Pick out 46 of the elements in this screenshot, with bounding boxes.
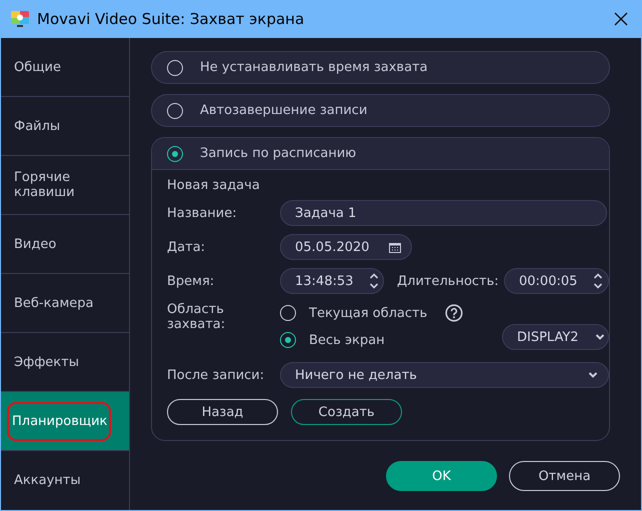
sidebar-item[interactable]: Горячие клавиши (1, 156, 129, 215)
display-dropdown[interactable]: DISPLAY2 (502, 324, 609, 350)
chevron-down-icon[interactable] (594, 333, 605, 341)
radio-button[interactable] (167, 102, 183, 118)
panel-header[interactable]: Запись по расписанию (152, 138, 609, 170)
create-button[interactable]: Создать (291, 399, 402, 425)
calendar-icon[interactable] (389, 242, 401, 252)
window-title: Movavi Video Suite: Захват экрана (37, 10, 306, 28)
sidebar-item[interactable]: Веб-камера (1, 274, 129, 333)
time-field[interactable]: 13:48:53 (280, 268, 384, 294)
field-label: Длительность: (397, 274, 500, 288)
radio-button[interactable] (167, 146, 183, 162)
duration-field[interactable]: 00:00:05 (504, 268, 609, 294)
field-label: Область захвата: (167, 302, 226, 332)
spinner-icon[interactable] (593, 272, 604, 290)
app-icon (10, 10, 30, 28)
sidebar-item[interactable]: Общие (1, 38, 129, 97)
radio-label: Весь экран (309, 332, 385, 348)
option-label: Не устанавливать время захвата (200, 60, 428, 75)
field-label: После записи: (167, 368, 266, 382)
field-label: Название: (167, 206, 238, 220)
sidebar-item[interactable]: Видео (1, 215, 129, 274)
sidebar-item[interactable]: Файлы (1, 97, 129, 156)
radio-button[interactable] (280, 332, 296, 348)
sidebar-item[interactable]: Планировщик (1, 392, 129, 451)
back-button[interactable]: Назад (167, 399, 278, 425)
option-bar[interactable]: Не устанавливать время захвата (151, 51, 610, 84)
radio-label: Текущая область (309, 306, 428, 320)
sidebar-item[interactable]: Аккаунты (1, 451, 129, 510)
radio-button[interactable] (167, 60, 183, 76)
close-icon[interactable] (613, 11, 629, 27)
option-label: Автозавершение записи (200, 103, 368, 118)
highlight-annotation: Планировщик (7, 402, 111, 440)
spinner-icon[interactable] (369, 272, 380, 290)
after-record-dropdown[interactable]: Ничего не делать (280, 362, 609, 388)
chevron-down-icon[interactable] (588, 371, 598, 379)
radio-button[interactable] (280, 305, 296, 321)
field-label: Дата: (167, 240, 206, 254)
option-label: Запись по расписанию (200, 146, 356, 161)
name-field[interactable]: Задача 1 (280, 200, 607, 226)
option-bar[interactable]: Автозавершение записи (151, 94, 610, 127)
cancel-button[interactable]: Отмена (509, 461, 620, 491)
date-field[interactable]: 05.05.2020 (280, 234, 412, 260)
section-heading: Новая задача (167, 178, 261, 193)
field-label: Время: (167, 274, 216, 288)
help-icon[interactable] (445, 304, 464, 322)
